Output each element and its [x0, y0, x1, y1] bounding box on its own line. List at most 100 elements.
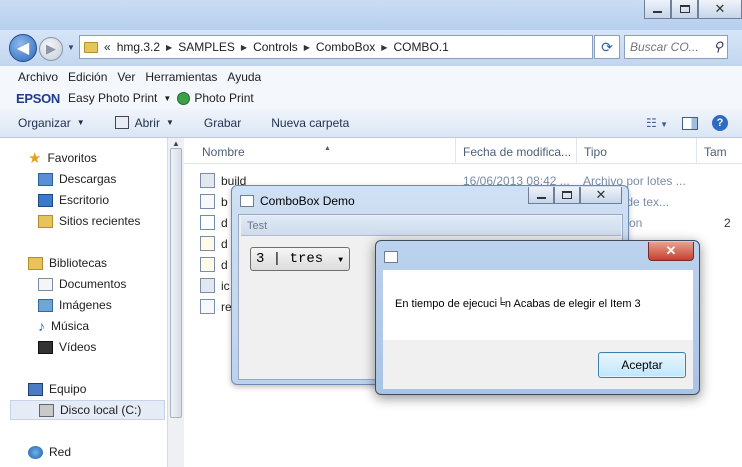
- close-icon: ✕: [595, 187, 607, 202]
- sidebar-item-documentos[interactable]: Documentos: [38, 274, 126, 294]
- breadcrumb-combo1[interactable]: COMBO.1: [393, 40, 448, 54]
- minimize-button[interactable]: [528, 187, 554, 204]
- menu-herramientas[interactable]: Herramientas: [145, 70, 225, 84]
- pictures-icon: [38, 298, 53, 312]
- file-name: d: [221, 215, 228, 230]
- sidebar-item-videos[interactable]: Vídeos: [38, 337, 96, 357]
- scroll-up-icon[interactable]: ▲: [172, 139, 180, 148]
- file-row[interactable]: d: [200, 254, 228, 275]
- chevron-down-icon: ▼: [76, 118, 85, 127]
- breadcrumb-separator-icon[interactable]: ▶: [166, 43, 172, 52]
- sidebar-item-label: Bibliotecas: [49, 256, 108, 270]
- sidebar-item-bibliotecas[interactable]: Bibliotecas: [28, 253, 107, 273]
- sidebar-item-equipo[interactable]: Equipo: [28, 379, 86, 399]
- sidebar-item-disco-local[interactable]: Disco local (C:): [10, 400, 165, 420]
- recent-pages-dropdown[interactable]: ▼: [67, 43, 75, 52]
- minimize-button[interactable]: [644, 0, 671, 19]
- sidebar-item-musica[interactable]: ♪ Música: [38, 316, 89, 336]
- close-icon: ✕: [665, 243, 677, 258]
- menu-edicion[interactable]: Edición: [68, 70, 115, 84]
- column-divider[interactable]: [455, 138, 456, 164]
- scrollbar-thumb[interactable]: [170, 148, 182, 418]
- address-bar[interactable]: « hmg.3.2 ▶ SAMPLES ▶ Controls ▶ ComboBox ▶ …: [79, 35, 593, 59]
- file-name: d: [221, 236, 228, 251]
- message-body: En tiempo de ejecuci╘n Acabas de elegir …: [383, 270, 693, 340]
- drive-icon: [39, 403, 54, 417]
- forward-button[interactable]: ▶: [39, 37, 63, 61]
- sidebar-item-imagenes[interactable]: Imágenes: [38, 295, 112, 315]
- menu-ayuda[interactable]: Ayuda: [227, 70, 269, 84]
- breadcrumb-combobox[interactable]: ComboBox ▶: [316, 40, 388, 54]
- chevron-down-icon[interactable]: ▼: [163, 94, 171, 103]
- tab-test[interactable]: Test: [241, 216, 621, 236]
- sort-ascending-icon: ▲: [324, 145, 331, 152]
- search-input[interactable]: [630, 40, 710, 54]
- search-icon[interactable]: ⚲: [713, 39, 723, 55]
- view-options-icon[interactable]: ☷ ▼: [646, 116, 668, 130]
- sidebar-item-sitios-recientes[interactable]: Sitios recientes: [38, 211, 140, 231]
- grabar-button[interactable]: Grabar: [204, 116, 241, 130]
- search-box[interactable]: ⚲: [624, 35, 728, 59]
- easy-photo-print-button[interactable]: Easy Photo Print: [68, 91, 157, 105]
- close-button[interactable]: ✕: [580, 187, 622, 204]
- sidebar-item-red[interactable]: Red: [28, 442, 71, 462]
- file-row[interactable]: d: [200, 233, 228, 254]
- chevron-down-icon: ▼: [165, 118, 174, 127]
- photo-print-icon: [177, 91, 191, 105]
- videos-icon: [38, 340, 53, 354]
- menu-ver[interactable]: Ver: [117, 70, 143, 84]
- breadcrumb-hmg[interactable]: hmg.3.2 ▶: [117, 40, 173, 54]
- file-row[interactable]: ic: [200, 275, 230, 296]
- column-tamano[interactable]: Tam: [704, 145, 727, 159]
- sidebar-scrollbar[interactable]: ▲: [167, 138, 184, 467]
- sidebar-item-label: Escritorio: [59, 193, 110, 207]
- file-row[interactable]: d: [200, 212, 228, 233]
- sidebar-item-label: Documentos: [59, 277, 127, 291]
- close-button[interactable]: ✕: [698, 0, 742, 19]
- breadcrumb-separator-icon[interactable]: ▶: [304, 43, 310, 52]
- back-button[interactable]: ◀: [9, 34, 37, 62]
- folder-icon: [84, 41, 98, 53]
- network-icon: [28, 445, 43, 459]
- breadcrumb-controls[interactable]: Controls ▶: [253, 40, 310, 54]
- aceptar-button[interactable]: Aceptar: [598, 352, 686, 378]
- organizar-button[interactable]: Organizar ▼: [18, 116, 85, 130]
- column-tipo[interactable]: Tipo: [584, 145, 607, 159]
- help-icon[interactable]: ?: [712, 115, 728, 131]
- abrir-button[interactable]: Abrir ▼: [114, 115, 174, 130]
- libraries-icon: [28, 256, 43, 270]
- file-name: b: [221, 194, 228, 209]
- breadcrumb-samples[interactable]: SAMPLES ▶: [178, 40, 247, 54]
- column-nombre[interactable]: Nombre: [202, 145, 245, 159]
- breadcrumb-separator-icon[interactable]: ▶: [381, 43, 387, 52]
- sidebar-item-label: Equipo: [49, 382, 87, 396]
- text-file-icon: [200, 194, 215, 209]
- breadcrumb-overflow[interactable]: «: [104, 40, 111, 54]
- message-footer: Aceptar: [383, 340, 693, 389]
- music-icon: ♪: [38, 318, 45, 334]
- file-row[interactable]: re: [200, 296, 232, 317]
- file-row[interactable]: b: [200, 191, 228, 212]
- breadcrumb-label: COMBO.1: [393, 40, 449, 54]
- column-divider[interactable]: [576, 138, 577, 164]
- combobox[interactable]: 3 | tres ▼: [250, 247, 350, 271]
- close-button[interactable]: ✕: [648, 242, 694, 261]
- breadcrumb-separator-icon[interactable]: ▶: [241, 43, 247, 52]
- sidebar-item-favoritos[interactable]: ★ Favoritos: [28, 148, 97, 168]
- sidebar-item-descargas[interactable]: Descargas: [38, 169, 116, 189]
- column-divider[interactable]: [696, 138, 697, 164]
- sidebar-item-label: Red: [49, 445, 72, 459]
- preview-pane-icon[interactable]: [682, 116, 698, 130]
- star-icon: ★: [28, 149, 42, 167]
- maximize-button[interactable]: [671, 0, 698, 19]
- sidebar-item-escritorio[interactable]: Escritorio: [38, 190, 109, 210]
- nueva-carpeta-button[interactable]: Nueva carpeta: [271, 116, 349, 130]
- chevron-down-icon[interactable]: ▼: [338, 256, 343, 265]
- refresh-button[interactable]: ⟳: [594, 35, 620, 59]
- column-fecha[interactable]: Fecha de modifica...: [463, 145, 571, 159]
- sidebar-item-label: Música: [51, 319, 90, 333]
- maximize-button[interactable]: [554, 187, 580, 204]
- abrir-label: Abrir: [134, 115, 160, 130]
- photo-print-button[interactable]: Photo Print: [194, 91, 253, 105]
- menu-archivo[interactable]: Archivo: [18, 70, 66, 84]
